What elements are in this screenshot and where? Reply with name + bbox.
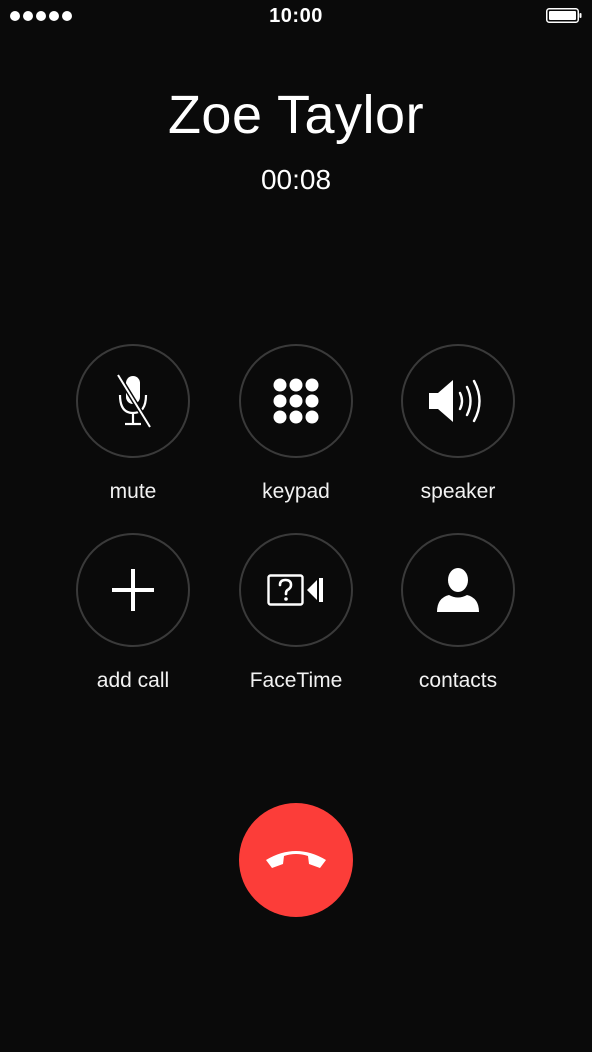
facetime-button-circle[interactable]: [239, 533, 353, 647]
mute-button-circle[interactable]: [76, 344, 190, 458]
speaker-button[interactable]: speaker: [388, 344, 528, 504]
caller-name: Zoe Taylor: [167, 85, 425, 145]
call-duration: 00:08: [260, 164, 332, 195]
status-time: 10:00: [269, 5, 323, 27]
add-call-label: add call: [96, 669, 170, 692]
status-bar: 10:00: [0, 0, 592, 34]
speaker-label: speaker: [420, 480, 496, 503]
battery-full-icon: [546, 8, 582, 23]
mute-button[interactable]: mute: [63, 344, 203, 504]
plus-icon: [112, 569, 154, 611]
contacts-button[interactable]: contacts: [388, 533, 528, 693]
microphone-muted-icon: [115, 373, 153, 429]
contacts-label: contacts: [418, 669, 498, 692]
facetime-label: FaceTime: [249, 669, 343, 692]
speaker-button-circle[interactable]: [401, 344, 515, 458]
contact-person-icon: [437, 568, 479, 612]
mute-label: mute: [109, 480, 157, 503]
contacts-button-circle[interactable]: [401, 533, 515, 647]
end-call-button[interactable]: [239, 803, 353, 917]
add-call-button[interactable]: add call: [63, 533, 203, 693]
keypad-grid-icon: [273, 378, 319, 424]
facetime-unknown-icon: [267, 574, 323, 606]
keypad-label: keypad: [262, 480, 330, 503]
keypad-button[interactable]: keypad: [226, 344, 366, 504]
phone-hangup-icon: [266, 851, 326, 868]
facetime-button[interactable]: FaceTime: [226, 533, 366, 693]
speaker-icon: [429, 379, 481, 423]
add-call-button-circle[interactable]: [76, 533, 190, 647]
keypad-button-circle[interactable]: [239, 344, 353, 458]
